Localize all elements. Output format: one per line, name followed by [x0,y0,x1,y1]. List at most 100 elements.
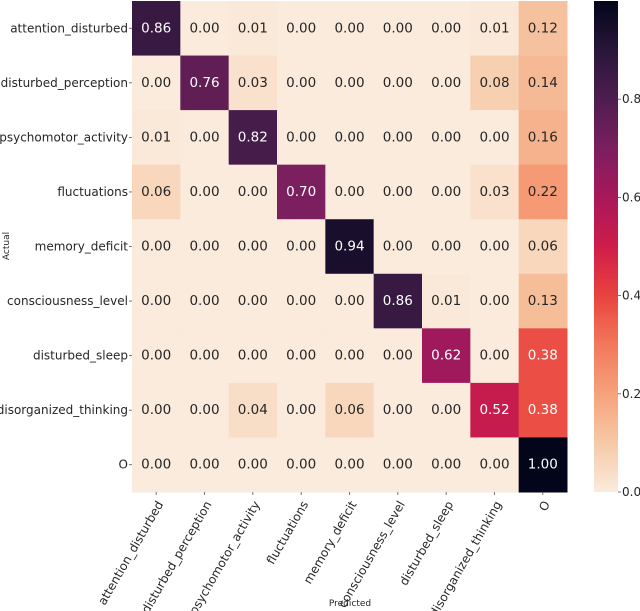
cell-value-label: 0.22 [528,184,558,200]
cell-value-label: 0.01 [431,293,461,309]
x-tick-label: disturbed_sleep [397,499,457,588]
cell-value-label: 0.00 [141,457,171,473]
cell-value-label: 0.00 [383,457,413,473]
cell-value-label: 0.00 [238,239,268,255]
cell-value-label: 0.12 [528,20,558,36]
cell-value-label: 0.82 [238,129,268,145]
cell-value-label: 0.00 [286,75,316,91]
cell-value-label: 0.13 [528,293,558,309]
y-tick-label: attention_disturbed [10,21,128,35]
cell-value-label: 0.00 [238,348,268,364]
cell-value-label: 0.03 [479,184,509,200]
cell-value-label: 0.00 [238,293,268,309]
cell-value-label: 0.38 [528,348,558,364]
cell-value-label: 0.00 [383,129,413,145]
cell-value-label: 0.00 [238,184,268,200]
cell-value-label: 0.00 [189,184,219,200]
y-tick-label: disturbed_sleep [33,349,128,363]
cell-value-label: 0.62 [431,348,461,364]
colorbar-tick-label: 0.8 [622,92,640,106]
cell-value-label: 0.00 [286,402,316,418]
cell-value-label: 0.00 [286,20,316,36]
cell-value-label: 0.00 [189,293,219,309]
cell-value-label: 0.00 [189,348,219,364]
cell-value-label: 0.00 [431,457,461,473]
cell-value-label: 0.00 [286,129,316,145]
cell-value-label: 0.00 [334,348,364,364]
cell-value-label: 0.00 [334,457,364,473]
cell-value-label: 0.86 [141,20,171,36]
cell-value-label: 0.00 [383,348,413,364]
colorbar-ticks: 0.0 0.2 0.4 0.6 0.8 [618,92,640,499]
cell-value-label: 0.06 [528,239,558,255]
confusion-matrix-chart: 0.86 0.00 0.01 0.00 0.00 0.00 0.00 0.01 0.120.00… [0,1,640,611]
cell-value-label: 0.01 [238,20,268,36]
cell-value-label: 0.00 [141,75,171,91]
x-tick-label: memory_deficit [301,498,360,586]
cell-value-label: 0.00 [431,239,461,255]
cell-value-label: 0.86 [383,293,413,309]
y-tick-label: psychomotor_activity [0,130,128,144]
cell-value-label: 0.00 [141,293,171,309]
cell-value-label: 0.04 [238,402,268,418]
cell-value-label: 0.00 [383,184,413,200]
cell-value-label: 0.01 [141,129,171,145]
cell-value-label: 0.00 [286,239,316,255]
cell-value-label: 0.06 [334,402,364,418]
cell-value-label: 0.00 [334,129,364,145]
y-tick-label: memory_deficit [35,240,129,254]
colorbar-tick-label: 0.4 [622,289,640,303]
y-tick-label: O [119,458,128,472]
cell-value-label: 0.94 [334,239,364,255]
cell-value-label: 0.00 [431,184,461,200]
x-tick-label: O [536,499,553,514]
x-tick-label: fluctuations [264,499,311,567]
colorbar [594,1,618,492]
cell-value-label: 0.06 [141,184,171,200]
cell-value-label: 0.00 [383,75,413,91]
cell-value-label: 0.08 [479,75,509,91]
cell-value-label: 0.03 [238,75,268,91]
cell-value-label: 0.00 [189,402,219,418]
cell-value-label: 0.00 [431,402,461,418]
y-tick-label: fluctuations [57,185,128,199]
cell-value-label: 0.00 [286,348,316,364]
cell-value-label: 0.76 [189,75,219,91]
x-axis-label: Predicted [329,599,371,609]
cell-value-label: 0.00 [431,20,461,36]
cell-value-label: 0.01 [479,20,509,36]
cell-value-label: 0.14 [528,75,558,91]
cell-value-label: 0.00 [383,239,413,255]
cell-value-label: 0.00 [431,129,461,145]
cell-value-label: 0.00 [334,75,364,91]
cell-value-label: 0.00 [334,184,364,200]
cell-value-label: 0.00 [189,129,219,145]
cell-value-label: 0.00 [479,293,509,309]
x-tick-labels: attention_disturbeddisturbed_perceptionp… [95,492,553,611]
y-tick-label: consciousness_level [7,294,128,308]
cell-value-label: 0.00 [189,457,219,473]
cell-value-label: 0.00 [141,402,171,418]
y-tick-label: disturbed_perception [1,76,128,90]
cell-value-label: 0.00 [383,402,413,418]
cell-value-label: 0.00 [431,75,461,91]
cell-value-label: 0.38 [528,402,558,418]
colorbar-tick-label: 0.0 [622,485,640,499]
cell-value-label: 0.00 [286,457,316,473]
cell-value-label: 0.00 [238,457,268,473]
cell-value-label: 0.00 [141,348,171,364]
cell-value-label: 0.00 [479,457,509,473]
cell-value-label: 0.70 [286,184,316,200]
cell-value-label: 0.52 [479,402,509,418]
cell-value-label: 0.00 [383,20,413,36]
cell-value-label: 0.16 [528,129,558,145]
colorbar-tick-label: 0.2 [622,387,640,401]
cell-value-label: 0.00 [479,129,509,145]
y-axis-label: Actual [2,232,12,260]
cell-value-label: 0.00 [479,348,509,364]
cell-value-label: 0.00 [189,20,219,36]
cell-value-label: 0.00 [334,293,364,309]
cell-value-label: 1.00 [528,457,558,473]
heatmap-cells: 0.86 0.00 0.01 0.00 0.00 0.00 0.00 0.01 0.12 0.00… [132,1,568,493]
cell-value-label: 0.00 [141,239,171,255]
